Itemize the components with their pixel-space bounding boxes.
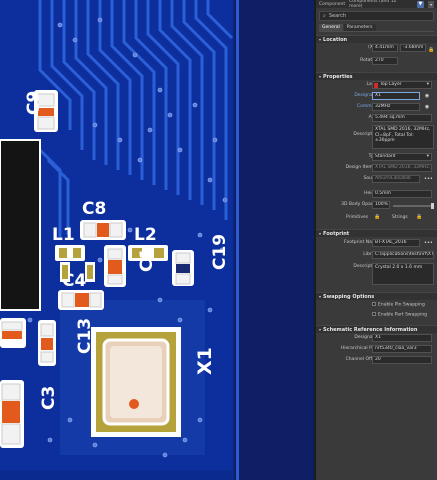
collapse-icon: ▾ (319, 294, 322, 299)
designator-field[interactable]: X1 (372, 92, 420, 100)
eye-icon[interactable]: ◉ (424, 104, 430, 110)
component-c3[interactable] (0, 380, 24, 448)
component-l1[interactable] (55, 245, 85, 261)
y-field[interactable]: -3.68mm (400, 44, 426, 52)
part-swap-label: Enable Part Swapping (378, 312, 428, 318)
channel-offset-field: 20 (372, 356, 432, 364)
layer-color-swatch (374, 83, 378, 88)
opacity-slider[interactable] (393, 203, 434, 209)
collapse-icon: ▾ (319, 231, 322, 236)
lock-icon[interactable]: 🔒 (416, 214, 422, 220)
panel-header-right: Components (and 12 more) (349, 0, 397, 9)
description-field[interactable]: XTAL SMD 2016, 32MHz, Cl=8pF, Total Tol:… (372, 125, 434, 149)
pcb-canvas[interactable]: C9 C8 L1 L2 C1 C19 C4 C13 C3 X1 (0, 0, 314, 480)
label-x1: X1 (194, 347, 216, 375)
chevron-down-icon: ▾ (426, 82, 429, 87)
lock-icon[interactable]: 🔒 (428, 47, 434, 53)
slider-handle[interactable] (431, 203, 434, 209)
ic-body[interactable] (0, 139, 41, 311)
lock-icon[interactable]: 🔒 (374, 214, 380, 220)
component-c19[interactable] (172, 250, 194, 286)
eye-icon[interactable]: ◉ (424, 93, 430, 99)
part-swap-checkbox[interactable]: Enable Part Swapping (372, 312, 427, 318)
section-schematic-title: Schematic Reference Information (323, 326, 418, 333)
more-icon[interactable]: ••• (424, 176, 433, 182)
component-x1[interactable] (91, 327, 181, 437)
component-c4[interactable] (58, 290, 104, 310)
section-footprint-title: Footprint (323, 230, 350, 237)
section-properties-title: Properties (323, 73, 353, 80)
search-input[interactable]: ⌕ Search (319, 11, 434, 21)
section-properties[interactable]: ▾ Properties (316, 72, 437, 80)
label-c19: C19 (210, 234, 230, 270)
rotation-field[interactable]: 270 (372, 57, 398, 65)
section-location[interactable]: ▾ Location (316, 35, 437, 43)
section-footprint[interactable]: ▾ Footprint (316, 229, 437, 237)
label-c8: C8 (82, 199, 106, 219)
footprint-description-field[interactable]: Crystal 2.0 x 1.6 mm (372, 263, 434, 285)
label-l1: L1 (52, 225, 75, 245)
section-swapping[interactable]: ▾ Swapping Options (316, 292, 437, 300)
primitives-label: Primitives (346, 215, 369, 220)
label-c3: C3 (39, 386, 59, 410)
component-c8[interactable] (80, 220, 126, 240)
sch-designator-field: X1 (372, 334, 432, 342)
pin-swap-label: Enable Pin Swapping (378, 302, 425, 308)
layer-select[interactable]: Top Layer ▾ (372, 81, 432, 89)
height-field[interactable]: 0.5mm (372, 190, 432, 198)
type-value: Standard (375, 154, 396, 159)
x-field[interactable]: 4.41mm (372, 44, 398, 52)
panel-header: Component Components (and 12 more) ▼ ▾ (316, 0, 437, 9)
collapse-icon: ▾ (319, 327, 322, 332)
library-field[interactable]: C:\applications\test\nrf\XTAL (372, 251, 434, 259)
filter-icon[interactable]: ▼ (416, 0, 425, 8)
section-schematic[interactable]: ▾ Schematic Reference Information (316, 325, 437, 333)
panel-header-left: Component (319, 1, 346, 7)
comment-field[interactable]: 32MHz (372, 103, 420, 111)
source-field: Altium\Lib\Dblib (372, 175, 420, 183)
opacity-field[interactable]: 100% (372, 201, 390, 209)
properties-panel: Component Components (and 12 more) ▼ ▾ ⌕… (314, 0, 437, 480)
label-c1: C1 (137, 248, 157, 272)
tab-general[interactable]: General (319, 24, 343, 31)
chevron-down-icon[interactable]: ▾ (428, 0, 434, 8)
pcb-layout[interactable]: C9 C8 L1 L2 C1 C19 C4 C13 C3 X1 (0, 0, 314, 480)
chevron-down-icon: ▾ (426, 154, 429, 159)
collapse-icon: ▾ (319, 74, 322, 79)
label-c9: C9 (24, 91, 44, 115)
tab-parameters[interactable]: Parameters (343, 24, 376, 31)
checkbox[interactable] (372, 312, 376, 316)
search-placeholder: Search (328, 13, 346, 19)
footprint-name-field[interactable]: BT-XTAL_2016 (372, 239, 420, 247)
pin-swap-checkbox[interactable]: Enable Pin Swapping (372, 302, 425, 308)
design-item-field: XTAL SMD 2016, 32MHz, 8pF (372, 164, 432, 172)
hier-path-field: nrf5340_claa_var3 (372, 345, 432, 353)
strings-label: Strings (392, 215, 408, 220)
area-field: 5.494 sq.mm (372, 114, 432, 122)
section-swapping-title: Swapping Options (323, 293, 375, 300)
layer-value: Top Layer (380, 82, 402, 87)
more-icon[interactable]: ••• (424, 240, 433, 246)
type-select[interactable]: Standard ▾ (372, 153, 432, 161)
collapse-icon: ▾ (319, 37, 322, 42)
checkbox[interactable] (372, 302, 376, 306)
search-icon: ⌕ (323, 13, 326, 19)
section-location-title: Location (323, 36, 348, 43)
label-l2: L2 (134, 225, 157, 245)
component-c1[interactable] (104, 245, 126, 287)
